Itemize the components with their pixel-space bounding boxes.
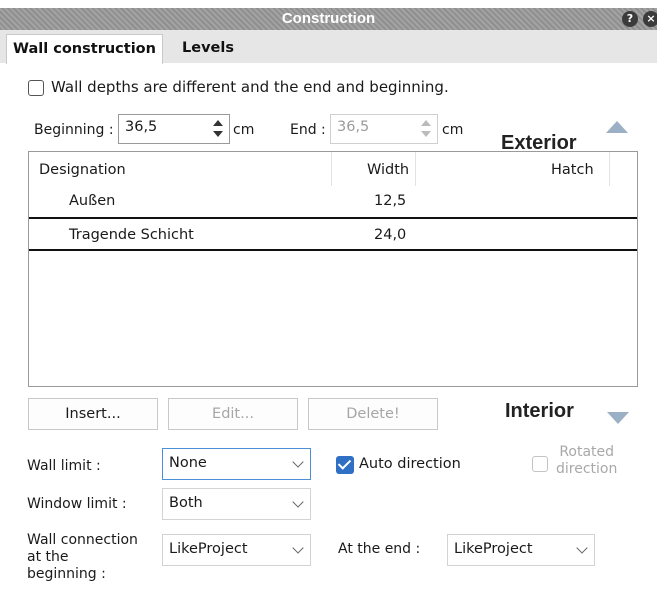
auto-direction-checkbox[interactable] — [336, 456, 354, 474]
wall-depths-label: Wall depths are different and the end an… — [51, 78, 449, 96]
wall-connection-value: LikeProject — [169, 541, 248, 557]
close-icon[interactable]: × — [643, 11, 657, 27]
header-hatch[interactable]: Hatch — [551, 162, 594, 178]
rotated-line1: Rotated — [559, 444, 615, 460]
help-icon[interactable]: ? — [622, 11, 638, 27]
window-limit-label: Window limit : — [27, 496, 127, 512]
window-limit-value: Both — [169, 495, 203, 511]
at-the-end-value: LikeProject — [454, 541, 533, 557]
title-bar: Construction ? × — [0, 8, 657, 30]
auto-direction-label: Auto direction — [359, 456, 461, 472]
layers-table[interactable]: Designation Width Hatch Außen 12,5 Trage… — [28, 151, 638, 387]
at-the-end-select[interactable]: LikeProject — [447, 534, 595, 566]
row-designation: Tragende Schicht — [69, 227, 194, 243]
chevron-down-icon — [292, 496, 304, 508]
end-value: 36,5 — [337, 119, 370, 135]
beginning-stepper[interactable] — [207, 115, 229, 143]
header-width[interactable]: Width — [367, 162, 409, 178]
insert-button[interactable]: Insert... — [28, 398, 158, 430]
end-unit: cm — [442, 122, 464, 138]
wall-limit-value: None — [169, 455, 207, 471]
column-divider — [331, 152, 332, 186]
end-stepper[interactable] — [415, 115, 437, 143]
wall-connection-line1: Wall connection — [27, 532, 138, 548]
beginning-label: Beginning : — [34, 122, 114, 138]
tab-strip: Wall construction Levels — [0, 30, 657, 64]
wall-connection-label: Wall connection at the beginning : — [27, 532, 138, 583]
spin-down-icon[interactable] — [213, 131, 223, 137]
column-divider — [415, 152, 416, 186]
wall-connection-line2: at the — [27, 549, 69, 565]
end-spinner[interactable]: 36,5 — [330, 114, 438, 144]
wall-depths-checkbox[interactable] — [28, 80, 44, 96]
spin-down-icon[interactable] — [421, 131, 431, 137]
tab-wall-construction[interactable]: Wall construction — [6, 34, 163, 64]
rotated-line2: direction — [556, 461, 618, 477]
chevron-down-icon — [292, 542, 304, 554]
spin-up-icon[interactable] — [213, 120, 223, 126]
chevron-down-icon — [292, 456, 304, 468]
header-designation[interactable]: Designation — [39, 162, 126, 178]
interior-label: Interior — [505, 400, 574, 422]
wall-limit-select[interactable]: None — [162, 448, 311, 480]
chevron-down-icon — [576, 542, 588, 554]
table-row[interactable]: Außen 12,5 — [29, 189, 637, 215]
end-label: End : — [290, 122, 326, 138]
tab-levels[interactable]: Levels — [176, 34, 240, 63]
wall-connection-select[interactable]: LikeProject — [162, 534, 311, 566]
column-divider — [609, 152, 610, 186]
window-title: Construction — [281, 10, 376, 27]
row-width: 24,0 — [374, 227, 407, 243]
rotated-direction-label: Rotated direction — [556, 444, 617, 478]
delete-button[interactable]: Delete! — [308, 398, 438, 430]
triangle-up-icon[interactable] — [606, 121, 628, 133]
wall-limit-label: Wall limit : — [27, 458, 101, 474]
beginning-spinner[interactable]: 36,5 — [118, 114, 230, 144]
beginning-unit: cm — [233, 122, 255, 138]
layer-boundary-line — [29, 249, 637, 251]
row-designation: Außen — [69, 193, 116, 209]
layer-boundary-line — [29, 217, 637, 219]
rotated-direction-checkbox[interactable] — [532, 456, 548, 472]
table-row[interactable]: Tragende Schicht 24,0 — [29, 222, 637, 248]
row-width: 12,5 — [374, 193, 407, 209]
spin-up-icon[interactable] — [421, 120, 431, 126]
triangle-down-icon[interactable] — [607, 412, 629, 424]
wall-connection-line3: beginning : — [27, 566, 106, 582]
beginning-value: 36,5 — [125, 119, 158, 135]
edit-button[interactable]: Edit... — [168, 398, 298, 430]
window-limit-select[interactable]: Both — [162, 488, 311, 520]
at-the-end-label: At the end : — [338, 541, 421, 557]
